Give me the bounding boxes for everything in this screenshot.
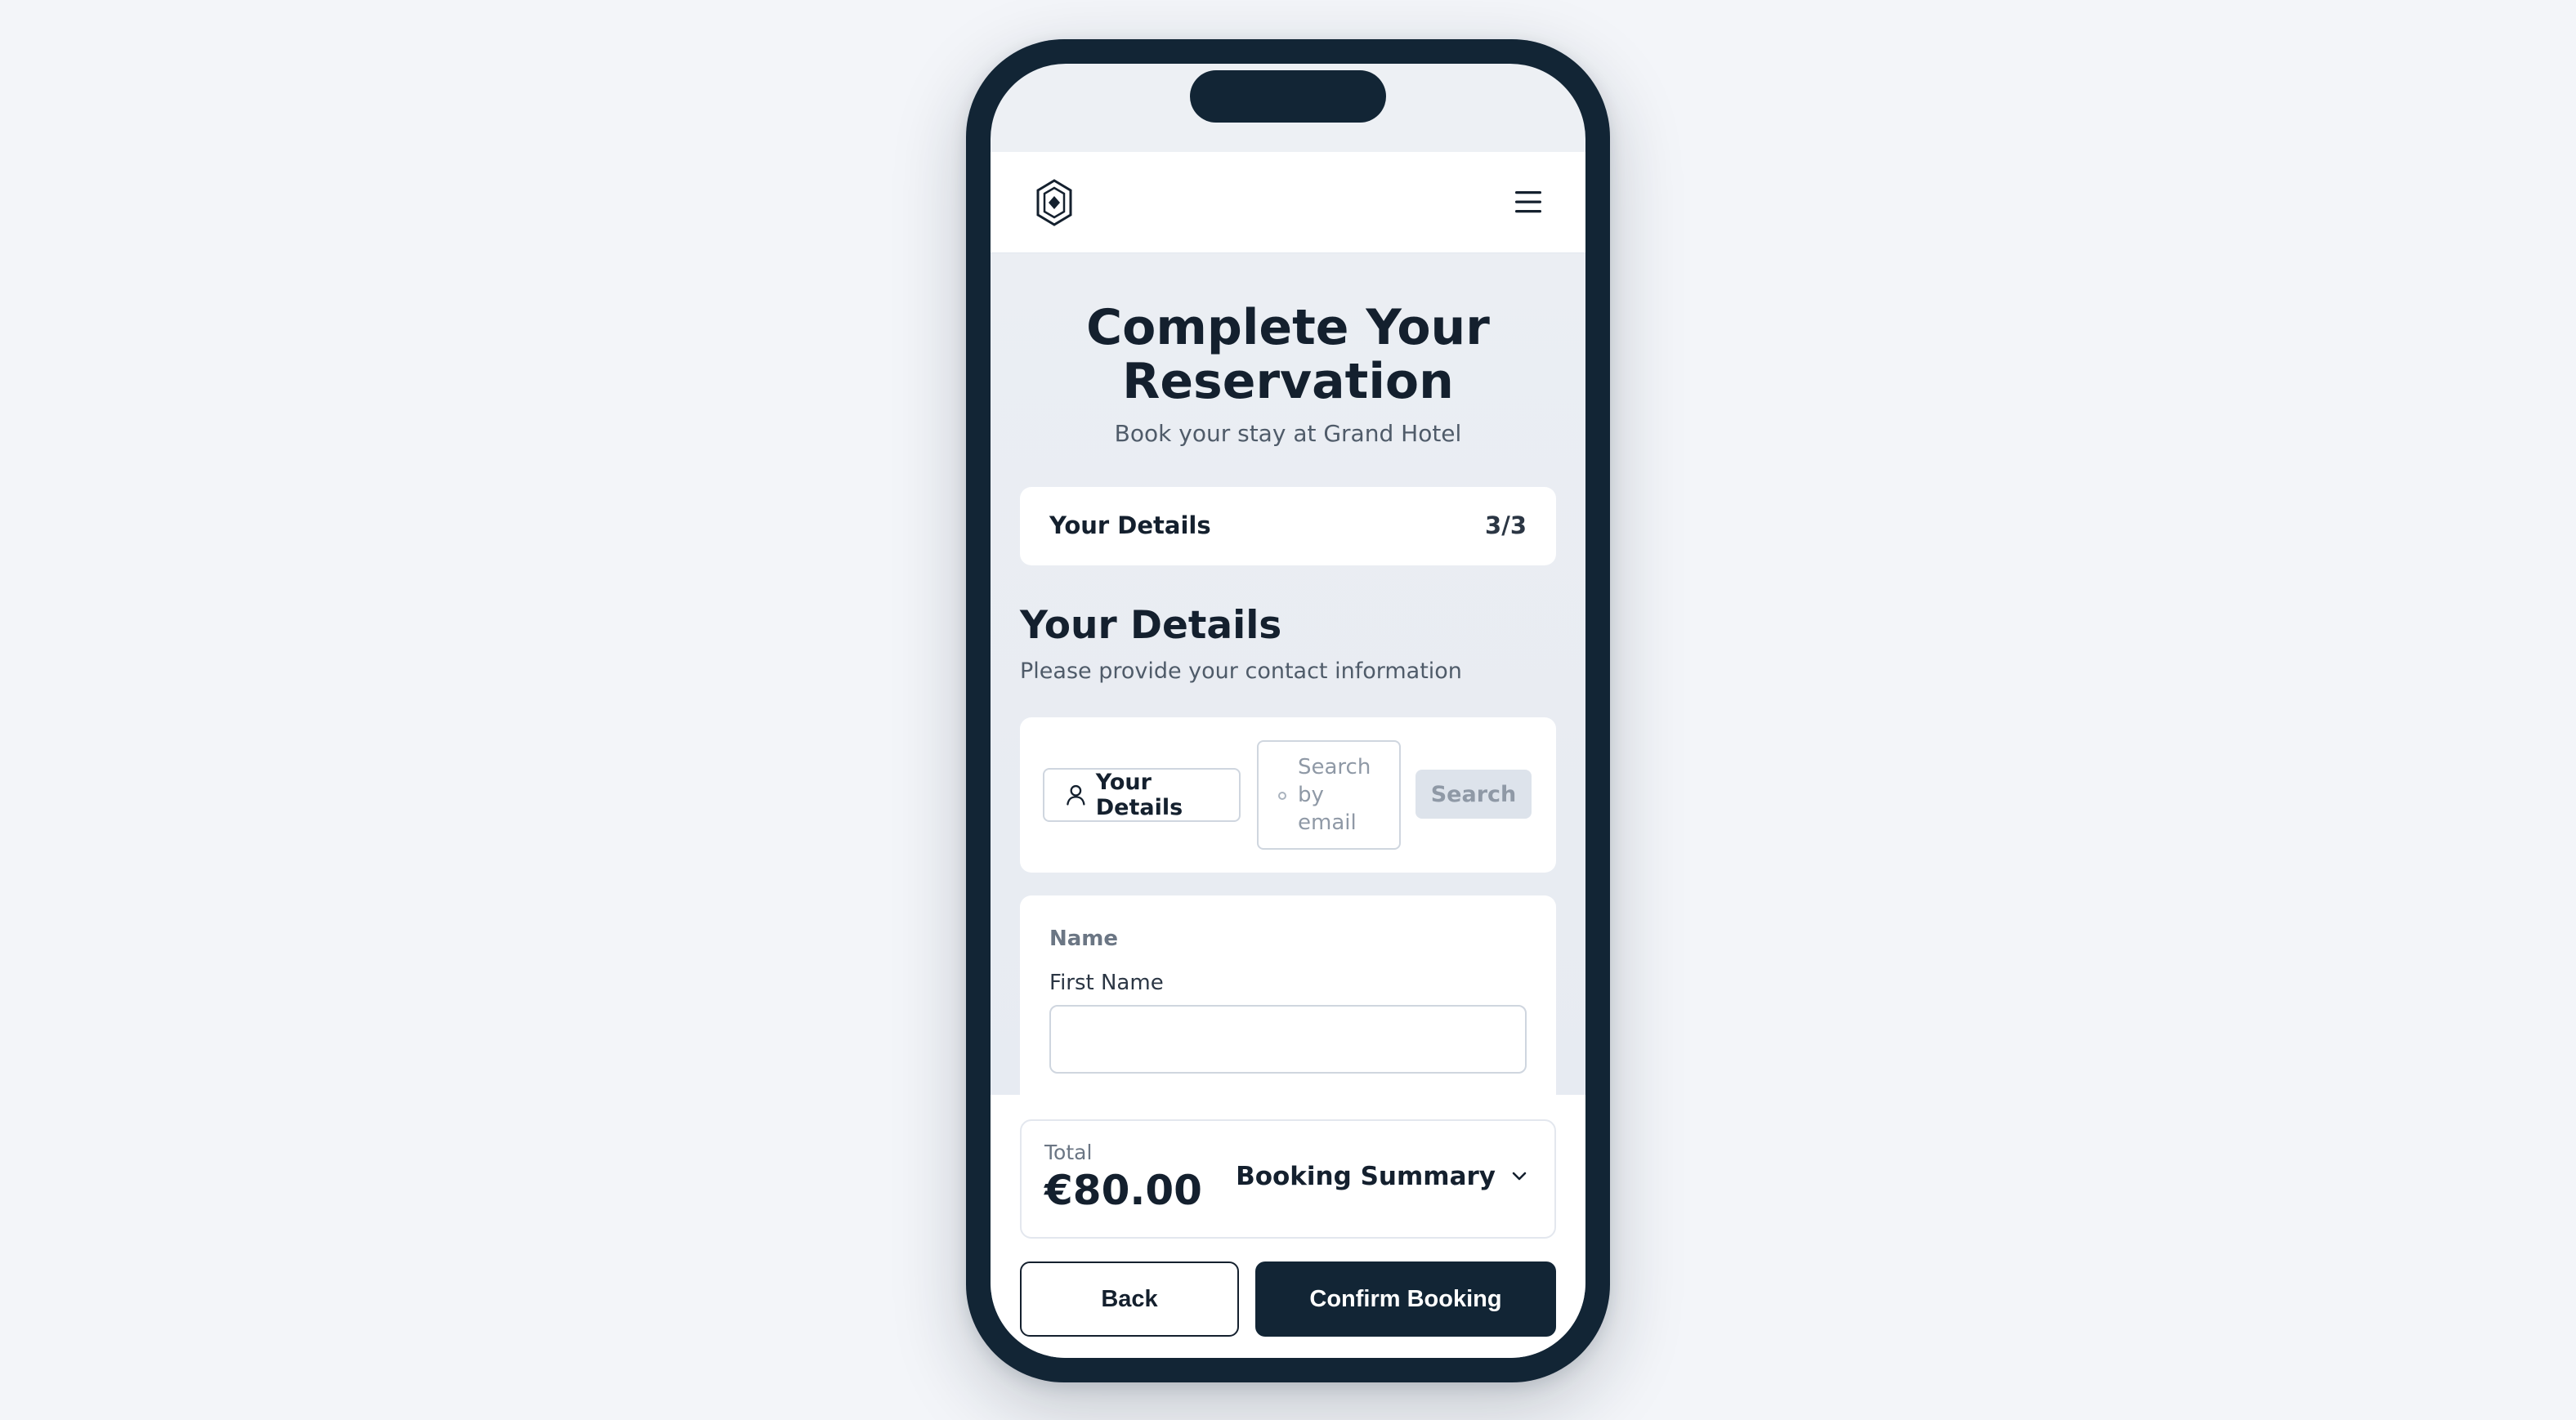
guest-lookup-card: Your Details Search by email Search [1020,717,1556,873]
name-form-card: Name First Name [1020,895,1556,1095]
phone-frame: Complete Your Reservation Book your stay… [966,39,1610,1382]
search-button[interactable]: Search [1415,770,1532,819]
app-header [991,152,1585,253]
total-label: Total [1044,1141,1093,1164]
page-title-line-2: Reservation [1122,353,1454,410]
step-count: 3/3 [1485,511,1527,539]
section-title: Your Details [1020,603,1282,648]
booking-content: Complete Your Reservation Book your stay… [991,253,1585,1095]
confirm-booking-button[interactable]: Confirm Booking [1255,1261,1556,1337]
email-search-input[interactable] [1298,752,1388,842]
page-title: Complete Your Reservation [991,301,1585,409]
total-price: €80.00 [1044,1167,1202,1214]
section-subtitle: Please provide your contact information [1020,659,1462,684]
email-search-field[interactable]: Search by email [1257,740,1401,850]
booking-summary-label: Booking Summary [1236,1162,1496,1191]
first-name-input[interactable] [1049,1005,1527,1074]
your-details-button-label: Your Details [1095,770,1183,820]
step-progress-bar: Your Details 3/3 [1020,487,1556,565]
step-label: Your Details [1049,511,1211,539]
search-field-dot-icon [1278,792,1286,800]
hamburger-menu-icon[interactable] [1514,188,1543,216]
first-name-label: First Name [1049,971,1164,995]
name-group-label: Name [1049,927,1119,951]
dynamic-island [1190,70,1386,123]
phone-screen: Complete Your Reservation Book your stay… [991,64,1585,1358]
page-subtitle: Book your stay at Grand Hotel [1114,420,1462,447]
chevron-down-icon [1512,1172,1527,1181]
hexagon-logo-icon[interactable] [1035,178,1074,227]
page-title-line-1: Complete Your [1086,299,1490,356]
user-icon [1067,784,1085,806]
booking-total-summary: Total €80.00 Booking Summary [1020,1119,1556,1239]
your-details-button[interactable]: Your Details [1043,768,1241,822]
booking-summary-toggle[interactable]: Booking Summary [1236,1162,1528,1191]
back-button[interactable]: Back [1020,1261,1239,1337]
booking-footer: Total €80.00 Booking Summary Back Confir… [991,1095,1585,1358]
